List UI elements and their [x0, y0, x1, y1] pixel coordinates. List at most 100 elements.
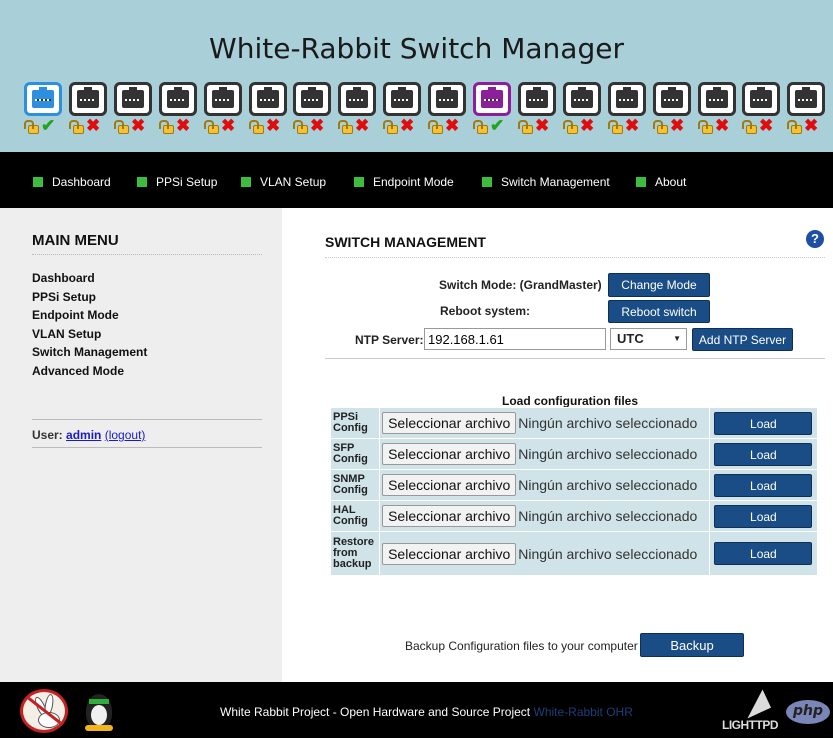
- no-file-text: Ningún archivo seleccionado: [518, 477, 698, 493]
- action-cell: Load: [708, 438, 819, 470]
- table-row: HAL Config Seleccionar archivo Ningún arc…: [329, 500, 819, 532]
- nav-switch-management[interactable]: Switch Management: [482, 175, 610, 189]
- lighttpd-wordmark: LIGHTTPD: [722, 718, 779, 732]
- table-row: SFP Config Seleccionar archivo Ningún arc…: [329, 438, 819, 470]
- timezone-select[interactable]: UTC ▼: [610, 328, 687, 350]
- port-status: ✖: [204, 116, 244, 138]
- nav-endpoint-mode[interactable]: Endpoint Mode: [354, 175, 454, 189]
- port-wr3[interactable]: ✖: [114, 82, 153, 144]
- lock-open-icon: [159, 120, 174, 134]
- divider: [325, 358, 825, 359]
- port-wr1[interactable]: ✔: [24, 82, 63, 144]
- cross-icon: ✖: [131, 116, 146, 135]
- load-button[interactable]: Load: [714, 542, 813, 565]
- nav-ppsi-setup[interactable]: PPSi Setup: [137, 175, 217, 189]
- divider: [325, 257, 825, 258]
- main-menu-title: MAIN MENU: [32, 232, 119, 249]
- port-wr11[interactable]: ✔: [473, 82, 512, 144]
- lock-open-icon: [787, 120, 802, 134]
- check-icon: ✔: [490, 116, 505, 135]
- green-square-icon: [33, 177, 43, 187]
- lock-open-icon: [473, 120, 488, 134]
- port-wr12[interactable]: ✖: [518, 82, 557, 144]
- nav-label: VLAN Setup: [260, 175, 327, 189]
- check-icon: ✔: [41, 116, 56, 135]
- sidebar: MAIN MENU Dashboard PPSi Setup Endpoint …: [0, 208, 282, 682]
- port-wr14[interactable]: ✖: [608, 82, 647, 144]
- choose-file-button[interactable]: Seleccionar archivo: [382, 443, 517, 465]
- change-mode-button[interactable]: Change Mode: [608, 273, 710, 297]
- add-ntp-server-button[interactable]: Add NTP Server: [692, 328, 793, 351]
- green-square-icon: [241, 177, 251, 187]
- choose-file-button[interactable]: Seleccionar archivo: [382, 474, 517, 496]
- table-row: SNMP Config Seleccionar archivo Ningún ar…: [329, 469, 819, 501]
- port-wr4[interactable]: ✖: [159, 82, 198, 144]
- load-button[interactable]: Load: [714, 504, 813, 528]
- lock-open-icon: [338, 120, 353, 134]
- main-menu-list: Dashboard PPSi Setup Endpoint Mode VLAN …: [32, 269, 147, 380]
- white-rabbit-logo: [20, 689, 68, 733]
- reboot-switch-button[interactable]: Reboot switch: [608, 300, 710, 323]
- sidebar-item-dashboard[interactable]: Dashboard: [32, 269, 147, 288]
- divider: [32, 447, 262, 448]
- nav-dashboard[interactable]: Dashboard: [33, 175, 111, 189]
- sidebar-item-ppsi-setup[interactable]: PPSi Setup: [32, 288, 147, 307]
- load-button[interactable]: Load: [714, 473, 813, 497]
- load-button[interactable]: Load: [714, 411, 813, 435]
- nav-about[interactable]: About: [636, 175, 686, 189]
- action-cell: Load: [708, 500, 819, 532]
- cross-icon: ✖: [670, 116, 685, 135]
- divider: [32, 254, 262, 255]
- sidebar-item-vlan-setup[interactable]: VLAN Setup: [32, 325, 147, 344]
- ethernet-port-icon: [563, 82, 601, 116]
- port-status: ✖: [608, 117, 648, 138]
- config-name: HAL Config: [329, 500, 381, 532]
- ethernet-port-icon: [338, 82, 376, 116]
- sidebar-item-switch-management[interactable]: Switch Management: [32, 343, 147, 362]
- cross-icon: ✖: [221, 116, 236, 135]
- nav-vlan-setup[interactable]: VLAN Setup: [241, 175, 326, 189]
- switch-mode-label: Switch Mode: (GrandMaster): [439, 278, 602, 292]
- port-status: ✖: [114, 116, 154, 138]
- logout-link[interactable]: (logout): [105, 428, 146, 442]
- port-wr5[interactable]: ✖: [204, 82, 243, 144]
- port-wr2[interactable]: ✖: [69, 82, 108, 144]
- reboot-label: Reboot system:: [440, 304, 531, 318]
- port-status: ✖: [69, 117, 109, 138]
- ntp-server-input[interactable]: [424, 328, 606, 350]
- port-status: ✖: [787, 117, 827, 138]
- file-cell: Seleccionar archivo Ningún archivo selecc…: [379, 500, 710, 532]
- port-wr7[interactable]: ✖: [293, 82, 332, 144]
- port-wr15[interactable]: ✖: [653, 82, 692, 144]
- backup-button[interactable]: Backup: [640, 633, 744, 657]
- help-icon[interactable]: ?: [806, 230, 824, 248]
- port-wr10[interactable]: ✖: [428, 82, 467, 144]
- sidebar-item-endpoint-mode[interactable]: Endpoint Mode: [32, 306, 147, 325]
- port-wr8[interactable]: ✖: [338, 82, 377, 144]
- ohr-link[interactable]: White-Rabbit OHR: [534, 705, 633, 719]
- backup-text: Backup Configuration files to your compu…: [405, 639, 638, 653]
- cross-icon: ✖: [400, 116, 415, 135]
- nav-label: Dashboard: [52, 175, 111, 189]
- port-wr6[interactable]: ✖: [249, 82, 288, 144]
- lighttpd-logo: LIGHTTPD: [720, 689, 786, 734]
- nav-label: Endpoint Mode: [373, 175, 454, 189]
- lock-open-icon: [742, 120, 757, 134]
- cross-icon: ✖: [176, 116, 191, 135]
- port-status: ✖: [653, 116, 693, 138]
- ethernet-port-icon: [204, 82, 242, 116]
- lock-open-icon: [293, 120, 308, 134]
- choose-file-button[interactable]: Seleccionar archivo: [382, 412, 517, 434]
- choose-file-button[interactable]: Seleccionar archivo: [382, 542, 517, 565]
- port-wr16[interactable]: ✖: [698, 82, 737, 144]
- cross-icon: ✖: [715, 116, 730, 135]
- port-wr18[interactable]: ✖: [787, 82, 826, 144]
- port-wr13[interactable]: ✖: [563, 82, 602, 144]
- port-wr17[interactable]: ✖: [742, 82, 781, 144]
- load-button[interactable]: Load: [714, 442, 813, 466]
- sidebar-item-advanced-mode[interactable]: Advanced Mode: [32, 362, 147, 381]
- choose-file-button[interactable]: Seleccionar archivo: [382, 505, 517, 527]
- user-name-link[interactable]: admin: [66, 428, 101, 442]
- file-cell: Seleccionar archivo Ningún archivo selecc…: [379, 469, 710, 501]
- port-wr9[interactable]: ✖: [383, 82, 422, 144]
